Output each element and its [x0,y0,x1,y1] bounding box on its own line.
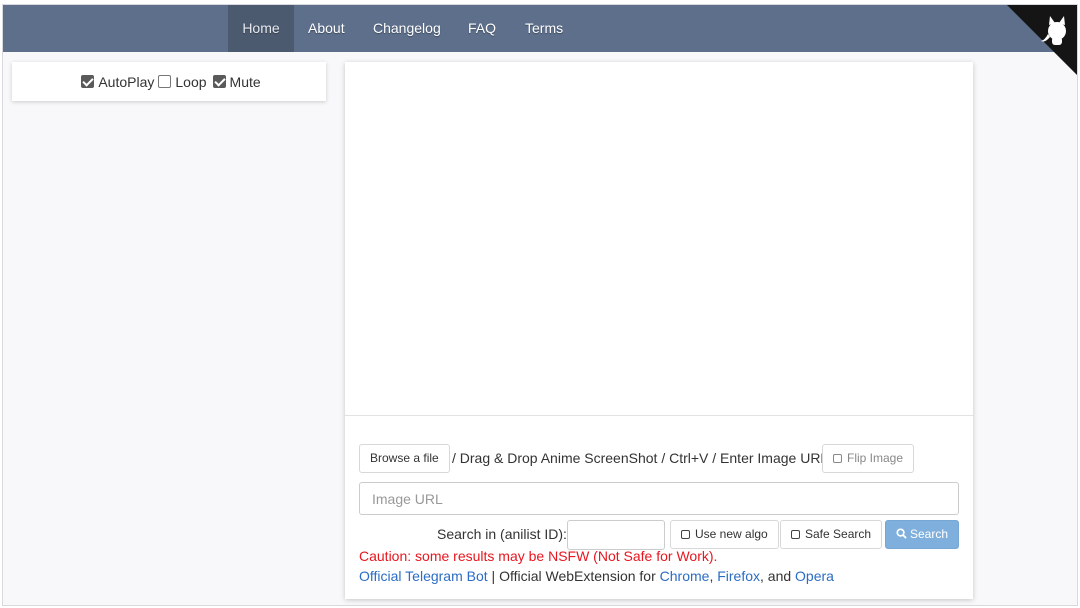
search-label: Search [910,527,949,541]
loop-label: Loop [175,73,207,90]
browse-file-button[interactable]: Browse a file [359,444,450,473]
footer-links: Official Telegram Bot | Official WebExte… [359,568,834,584]
autoplay-label: AutoPlay [98,73,155,90]
page: Home About Changelog FAQ Terms AutoPlay … [2,4,1078,606]
flip-image-label: Flip Image [847,451,904,465]
search-button[interactable]: Search [885,520,959,549]
octocat-icon [1007,5,1077,75]
opera-link[interactable]: Opera [795,568,834,584]
checkbox-icon [791,530,800,539]
nav-home[interactable]: Home [228,5,294,52]
telegram-bot-link[interactable]: Official Telegram Bot [359,568,488,584]
firefox-link[interactable]: Firefox [717,568,760,584]
new-algo-label: Use new algo [695,527,768,541]
nav-terms[interactable]: Terms [511,5,577,52]
nav-changelog[interactable]: Changelog [359,5,455,52]
checkbox-icon [681,530,690,539]
checkbox-icon [833,454,842,463]
autoplay-checkbox[interactable] [81,75,95,88]
nsfw-caution: Caution: some results may be NSFW (Not S… [359,548,718,564]
anilist-label: Search in (anilist ID): [437,526,567,542]
search-icon [896,528,907,539]
flip-image-button[interactable]: Flip Image [822,444,915,473]
safe-search-button[interactable]: Safe Search [780,520,883,549]
chrome-link[interactable]: Chrome [660,568,710,584]
nav-faq[interactable]: FAQ [454,5,510,52]
mute-label: Mute [229,73,261,90]
image-url-input[interactable] [359,482,959,515]
and-text: , and [760,568,792,584]
webext-prefix: Official WebExtension for [499,568,656,584]
anilist-id-input[interactable] [567,520,665,550]
github-corner-link[interactable] [1007,5,1077,75]
instructions-text: / Drag & Drop Anime ScreenShot / Ctrl+V … [452,450,829,466]
nav-about[interactable]: About [294,5,359,52]
loop-checkbox[interactable] [158,75,172,88]
search-card: Browse a file / Drag & Drop Anime Screen… [345,62,973,599]
comma-text: , [709,568,714,584]
image-preview-area[interactable] [345,62,973,416]
player-options-panel: AutoPlay Loop Mute [12,62,326,101]
navbar: Home About Changelog FAQ Terms [3,5,1077,52]
mute-checkbox[interactable] [212,75,226,88]
footer-separator: | [491,568,496,584]
safe-search-label: Safe Search [805,527,872,541]
new-algo-button[interactable]: Use new algo [670,520,779,549]
